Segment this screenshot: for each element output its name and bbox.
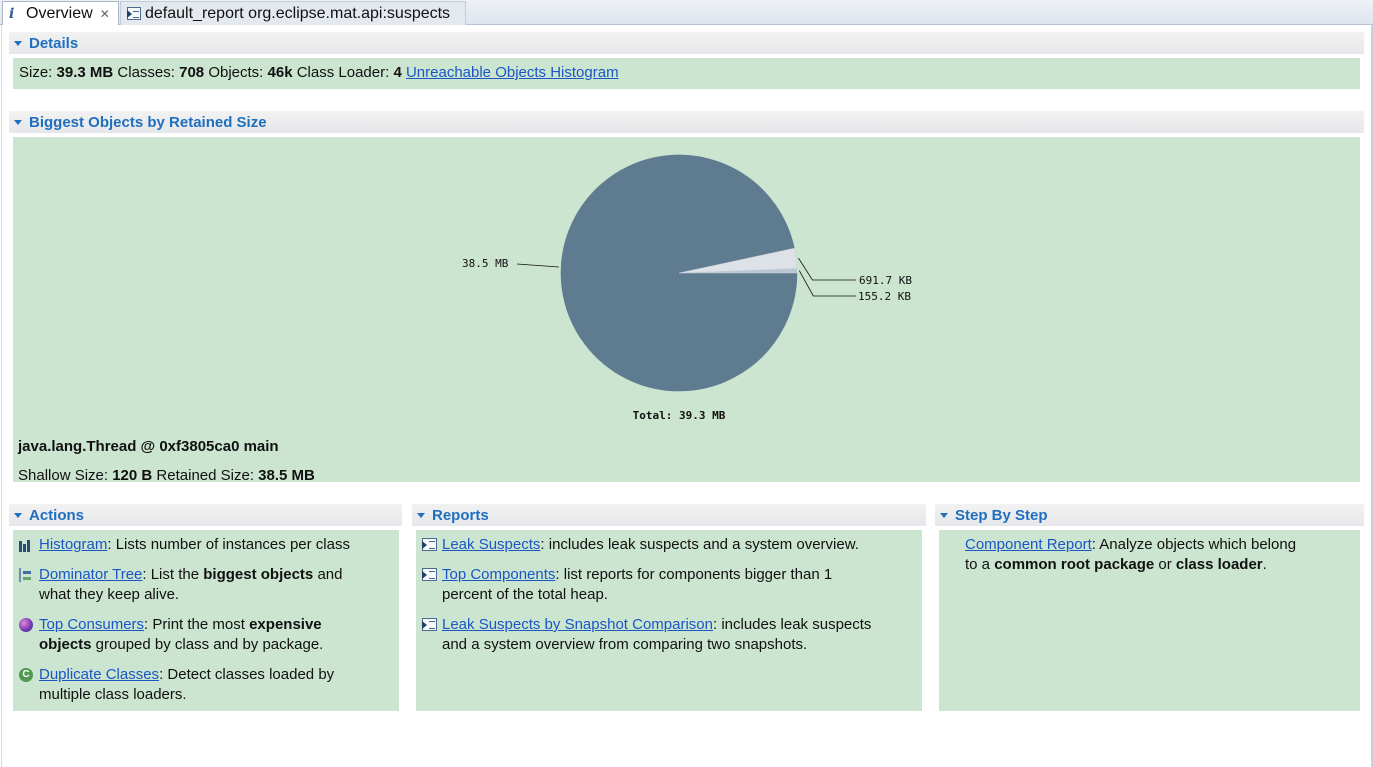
actions-section-header[interactable]: Actions <box>9 504 402 526</box>
leak-suspects-description: : includes leak suspects and a system ov… <box>540 536 859 553</box>
report-icon <box>422 618 437 631</box>
component-report-desc-bold1: common root package <box>994 556 1155 573</box>
top-consumers-desc-bold: expensive <box>249 616 322 633</box>
component-report-link[interactable]: Component Report <box>965 536 1092 553</box>
top-components-desc-line2: percent of the total heap. <box>442 586 608 603</box>
component-report-desc-line2-pre: to a <box>965 556 995 573</box>
chevron-down-icon <box>14 119 22 125</box>
action-item-duplicate-classes: C Duplicate Classes: Detect classes load… <box>19 665 399 705</box>
classes-value: 708 <box>179 64 205 81</box>
details-section-header[interactable]: Details <box>9 32 1364 54</box>
pie-leader-line-1 <box>798 257 856 281</box>
pie-chart[interactable]: 691.7 KB 155.2 KB 38.5 MB Total: 39.3 MB <box>13 137 1360 482</box>
tab-default-report-label: default_report org.eclipse.mat.api:suspe… <box>145 4 451 22</box>
component-report-desc-bold2: class loader <box>1175 556 1263 573</box>
retained-size-label: Retained Size: <box>156 467 254 482</box>
objects-label: Objects: <box>208 64 264 81</box>
chevron-down-icon <box>417 512 425 518</box>
pie-slice-label-2: 155.2 KB <box>858 290 911 303</box>
shallow-size-value: 120 B <box>112 467 153 482</box>
chevron-down-icon <box>940 512 948 518</box>
unreachable-objects-histogram-link[interactable]: Unreachable Objects Histogram <box>406 64 619 81</box>
histogram-description: : Lists number of instances per class <box>107 536 350 553</box>
size-label: Size: <box>19 64 53 81</box>
reports-section-title: Reports <box>432 506 489 524</box>
pie-leader-line-2 <box>798 270 856 297</box>
pie-total-label: Total: 39.3 MB <box>633 409 726 422</box>
editor-tab-bar: i Overview ✕ default_report org.eclipse.… <box>0 0 1373 25</box>
report-item-leak-suspects: Leak Suspects: includes leak suspects an… <box>422 535 920 555</box>
report-item-snapshot-comparison: Leak Suspects by Snapshot Comparison: in… <box>422 615 920 655</box>
details-summary: Size: 39.3 MB Classes: 708 Objects: 46k … <box>19 64 619 81</box>
top-components-desc-pre: : list reports for components bigger tha… <box>555 566 833 583</box>
snapshot-comparison-desc-line2: and a system overview from comparing two… <box>442 636 808 653</box>
dominator-tree-desc-bold: biggest objects <box>203 566 314 583</box>
biggest-objects-section-title: Biggest Objects by Retained Size <box>29 113 267 131</box>
action-item-dominator-tree: Dominator Tree: List the biggest objects… <box>19 565 399 605</box>
duplicate-classes-desc-line2: multiple class loaders. <box>39 686 187 703</box>
top-consumers-desc-line2-bold: objects <box>39 636 92 653</box>
selected-object-sizes: Shallow Size: 120 B Retained Size: 38.5 … <box>18 467 315 482</box>
top-consumers-desc-line2: grouped by class and by package. <box>91 636 324 653</box>
top-consumers-desc-pre: : Print the most <box>144 616 250 633</box>
info-icon: i <box>9 5 15 22</box>
snapshot-comparison-link[interactable]: Leak Suspects by Snapshot Comparison <box>442 616 713 633</box>
chevron-down-icon <box>14 40 22 46</box>
report-icon <box>422 568 437 581</box>
component-report-desc-mid: or <box>1154 556 1176 573</box>
classloader-label: Class Loader: <box>296 64 390 81</box>
report-icon <box>127 7 141 20</box>
pie-chart-area: 691.7 KB 155.2 KB 38.5 MB Total: 39.3 MB ja… <box>13 137 1360 482</box>
actions-section-title: Actions <box>29 506 85 524</box>
objects-value: 46k <box>267 64 293 81</box>
component-report-desc-end: . <box>1262 556 1267 573</box>
classloader-value: 4 <box>393 64 402 81</box>
biggest-objects-section-header[interactable]: Biggest Objects by Retained Size <box>9 111 1364 133</box>
histogram-icon <box>19 538 33 552</box>
action-item-histogram: Histogram: Lists number of instances per… <box>19 535 399 555</box>
dominator-tree-link[interactable]: Dominator Tree <box>39 566 142 583</box>
chevron-down-icon <box>14 512 22 518</box>
close-icon[interactable]: ✕ <box>100 7 110 21</box>
top-consumers-link[interactable]: Top Consumers <box>39 616 144 633</box>
duplicate-classes-desc-pre: : Detect classes loaded by <box>159 666 335 683</box>
dominator-tree-desc-pre: : List the <box>142 566 204 583</box>
duplicate-classes-link[interactable]: Duplicate Classes <box>39 666 159 683</box>
step-by-step-section-header[interactable]: Step By Step <box>935 504 1364 526</box>
snapshot-comparison-desc-pre: : includes leak suspects <box>713 616 872 633</box>
pie-slice-label-0: 38.5 MB <box>462 257 509 270</box>
report-icon <box>422 538 437 551</box>
pie-slice-label-1: 691.7 KB <box>859 274 912 287</box>
shallow-size-label: Shallow Size: <box>18 467 109 482</box>
top-consumers-icon <box>19 618 33 632</box>
action-item-top-consumers: Top Consumers: Print the most expensive … <box>19 615 399 655</box>
tab-overview-label: Overview <box>26 4 93 22</box>
classes-label: Classes: <box>117 64 175 81</box>
dominator-tree-desc-line2: what they keep alive. <box>39 586 180 603</box>
leak-suspects-link[interactable]: Leak Suspects <box>442 536 540 553</box>
tab-overview[interactable]: i Overview ✕ <box>2 1 119 25</box>
histogram-link[interactable]: Histogram <box>39 536 107 553</box>
size-value: 39.3 MB <box>56 64 114 81</box>
top-components-link[interactable]: Top Components <box>442 566 555 583</box>
dominator-tree-desc-post: and <box>313 566 343 583</box>
dominator-tree-icon <box>19 568 33 582</box>
step-item-component-report: Component Report: Analyze objects which … <box>965 535 1357 575</box>
selected-object-title: java.lang.Thread @ 0xf3805ca0 main <box>18 438 279 455</box>
report-item-top-components: Top Components: list reports for compone… <box>422 565 920 605</box>
tab-default-report[interactable]: default_report org.eclipse.mat.api:suspe… <box>120 1 466 25</box>
details-section-title: Details <box>29 34 79 52</box>
editor-border-left <box>1 25 2 767</box>
retained-size-value: 38.5 MB <box>258 467 315 482</box>
pie-leader-line-0 <box>516 263 560 268</box>
step-by-step-section-title: Step By Step <box>955 506 1048 524</box>
duplicate-classes-icon: C <box>19 668 33 682</box>
reports-section-header[interactable]: Reports <box>412 504 926 526</box>
component-report-desc-pre: : Analyze objects which belong <box>1091 536 1297 553</box>
